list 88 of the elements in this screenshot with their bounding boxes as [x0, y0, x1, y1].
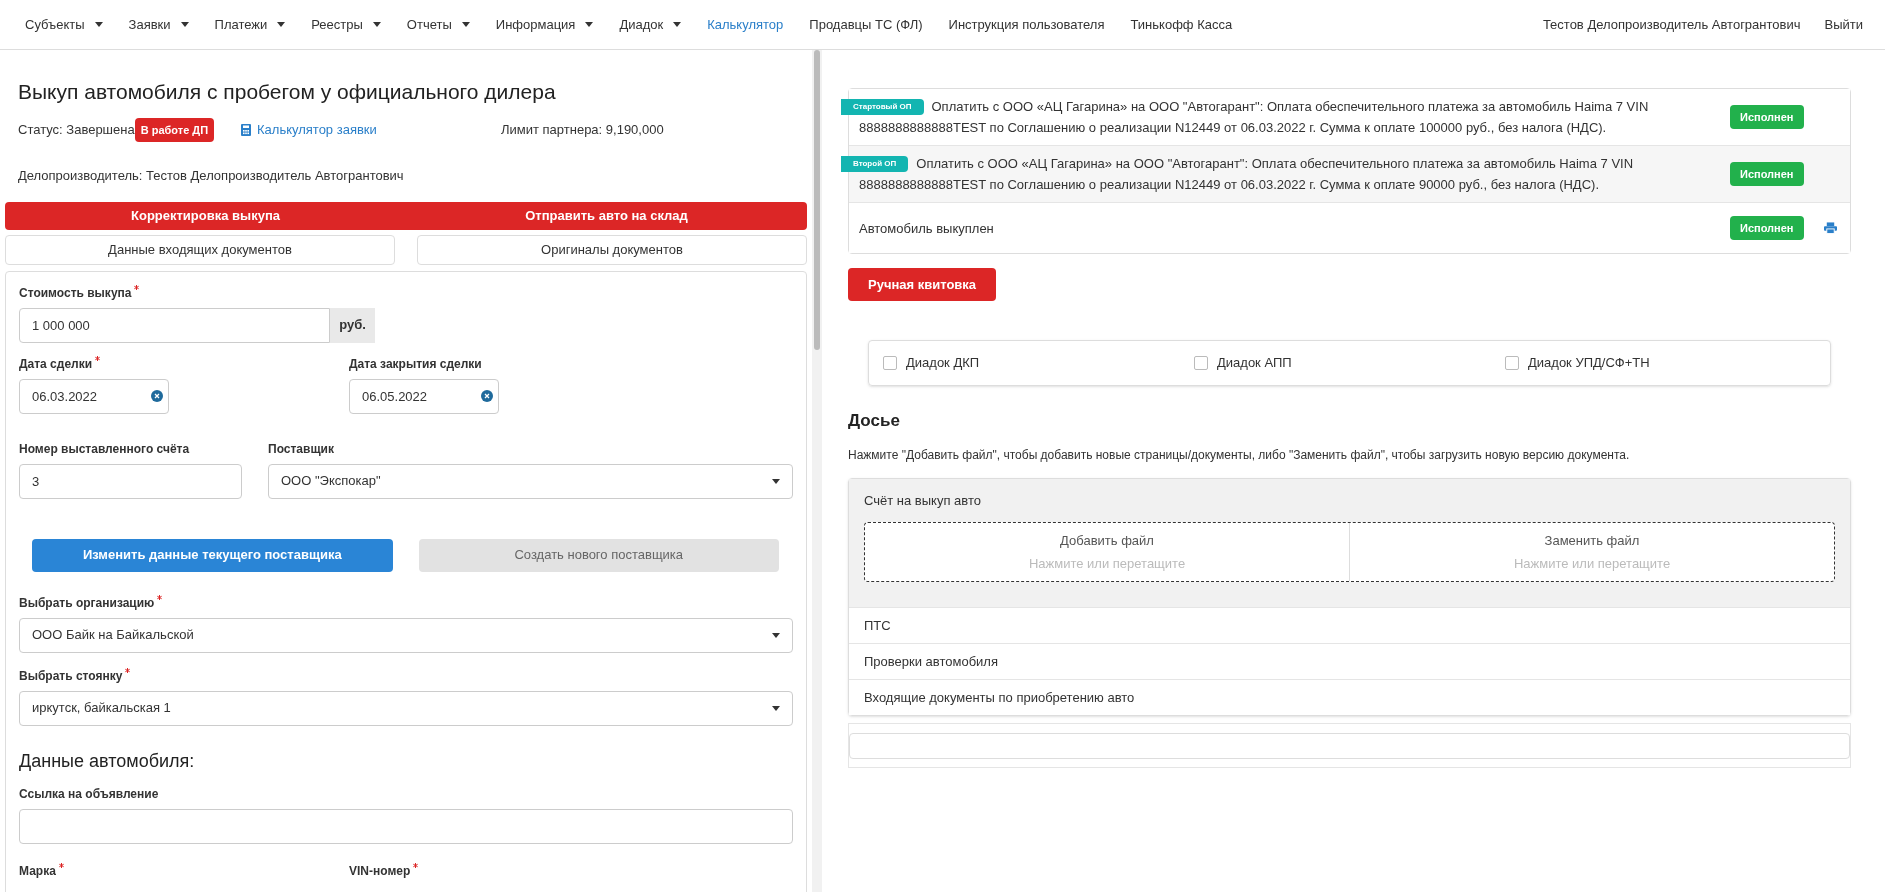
- status-badge: Исполнен: [1730, 104, 1804, 130]
- select-field[interactable]: ООО Байк на Байкальской: [19, 617, 793, 653]
- status-badge: Исполнен: [1730, 215, 1804, 241]
- required-icon: [58, 862, 64, 868]
- status-text: Статус: Завершена: [18, 121, 135, 140]
- required-icon: [157, 594, 163, 600]
- nav-item[interactable]: Информация: [482, 14, 607, 35]
- logout-link[interactable]: Выйти: [1814, 14, 1873, 35]
- clerk-text: Делопроизводитель: Тестов Делопроизводитель Автогрантович: [17, 167, 405, 185]
- clear-icon[interactable]: [151, 389, 163, 402]
- dropzone-label: Заменить файл: [1544, 532, 1640, 550]
- dossier-section-title[interactable]: Проверки автомобиля: [864, 651, 998, 672]
- input-field[interactable]: 1 000 000: [19, 307, 330, 343]
- field-label: Выбрать организацию: [19, 594, 155, 612]
- required-icon: [413, 862, 419, 868]
- supplier-button[interactable]: Изменить данные текущего поставщика: [32, 538, 393, 572]
- step-badge: Стартовый ОП: [841, 99, 924, 115]
- currency-addon: руб.: [330, 307, 375, 343]
- field-label: Дата закрытия сделки: [349, 355, 482, 373]
- caret-icon: [585, 22, 594, 27]
- field-label: Выбрать стоянку: [19, 667, 123, 685]
- step-badge: Второй ОП: [841, 156, 909, 172]
- dossier-section-title[interactable]: Счёт на выкуп авто: [864, 492, 981, 508]
- file-dropzone[interactable]: Заменить файл Нажмите или перетащите: [1349, 523, 1834, 581]
- page-title: Выкуп автомобиля с пробегом у официального дилера: [17, 79, 557, 105]
- required-icon: [95, 355, 101, 361]
- calculator-link[interactable]: Калькулятор заявки: [241, 120, 501, 140]
- select-field[interactable]: ООО "Экспокар": [268, 463, 793, 499]
- manual-reconcile-button[interactable]: Ручная квитовка: [848, 268, 997, 301]
- field-label: Ссылка на объявление: [19, 785, 159, 803]
- caret-icon: [94, 22, 103, 27]
- field-label: Дата сделки: [19, 355, 93, 373]
- field-label: Стоимость выкупа: [19, 284, 132, 302]
- field-label: Номер выставленного счёта: [19, 440, 190, 458]
- caret-icon: [180, 22, 189, 27]
- user-name: Тестов Делопроизводитель Автогрантович: [1541, 15, 1802, 34]
- field-label: Поставщик: [268, 440, 334, 458]
- nav-item[interactable]: Продавцы ТС (ФЛ): [796, 14, 936, 35]
- caret-icon: [372, 22, 381, 27]
- nav-item[interactable]: Тинькофф Касса: [1117, 14, 1246, 35]
- nav-item[interactable]: Субъекты: [12, 14, 116, 35]
- input-field[interactable]: [19, 808, 793, 844]
- nav-item[interactable]: Калькулятор: [694, 14, 797, 35]
- step-text: Автомобиль выкуплен: [859, 219, 995, 238]
- dropzone-hint: Нажмите или перетащите: [1513, 554, 1671, 573]
- caret-icon: [277, 22, 286, 27]
- dossier-hint: Нажмите "Добавить файл", чтобы добавить новые страницы/документы, либо "Заменить файл", чтобы загрузить новую версию документа.: [848, 446, 1631, 464]
- nav-item[interactable]: Реестры: [298, 14, 394, 35]
- action-button[interactable]: Корректировка выкупа: [5, 201, 406, 230]
- nav-item[interactable]: Инструкция пользователя: [935, 14, 1118, 35]
- nav-item[interactable]: Отчеты: [393, 14, 483, 35]
- dropzone-label: Добавить файл: [1060, 532, 1154, 550]
- partner-limit: Лимит партнера: 9,190,000: [501, 121, 664, 140]
- required-icon: [134, 284, 140, 290]
- printer-icon[interactable]: [1823, 222, 1837, 234]
- diadoc-checkbox[interactable]: Диадок АПП: [1194, 353, 1505, 373]
- supplier-button: Создать нового поставщика: [418, 538, 779, 572]
- dossier-section-title[interactable]: ПТС: [864, 615, 891, 636]
- input-field[interactable]: 3: [19, 463, 242, 499]
- caret-icon: [673, 22, 682, 27]
- dropzone-hint: Нажмите или перетащите: [1028, 554, 1186, 573]
- documents-button[interactable]: Оригиналы документов: [417, 234, 807, 265]
- required-icon: [125, 667, 131, 673]
- caret-icon: [461, 22, 470, 27]
- scrollbar[interactable]: [812, 50, 822, 892]
- field-label: Марка: [19, 862, 56, 880]
- nav-item[interactable]: Заявки: [115, 14, 202, 35]
- dossier-section-title[interactable]: Входящие документы по приобретению авто: [864, 687, 1135, 708]
- nav-item[interactable]: Платежи: [201, 14, 299, 35]
- calculator-icon: [241, 124, 251, 136]
- select-field[interactable]: иркутск, байкальская 1: [19, 690, 793, 726]
- status-badge: В работе ДП: [134, 117, 215, 143]
- caret-icon: [772, 478, 780, 484]
- diadoc-checkbox[interactable]: Диадок ДКП: [883, 353, 1194, 373]
- diadoc-checkbox[interactable]: Диадок УПД/СФ+ТН: [1505, 353, 1816, 373]
- input-field[interactable]: 06.05.2022: [349, 378, 499, 414]
- action-button[interactable]: Отправить авто на склад: [406, 201, 807, 230]
- input-field[interactable]: 06.03.2022: [19, 378, 169, 414]
- nav-item[interactable]: Диадок: [606, 14, 695, 35]
- documents-button[interactable]: Данные входящих документов: [5, 234, 395, 265]
- dossier-title: Досье: [848, 410, 901, 432]
- status-badge: Исполнен: [1730, 161, 1804, 187]
- clear-icon[interactable]: [481, 389, 493, 402]
- field-label: VIN-номер: [349, 862, 411, 880]
- caret-icon: [772, 632, 780, 638]
- section-heading: Данные автомобиля:: [19, 749, 196, 773]
- caret-icon: [772, 705, 780, 711]
- file-dropzone[interactable]: Добавить файл Нажмите или перетащите: [865, 523, 1349, 581]
